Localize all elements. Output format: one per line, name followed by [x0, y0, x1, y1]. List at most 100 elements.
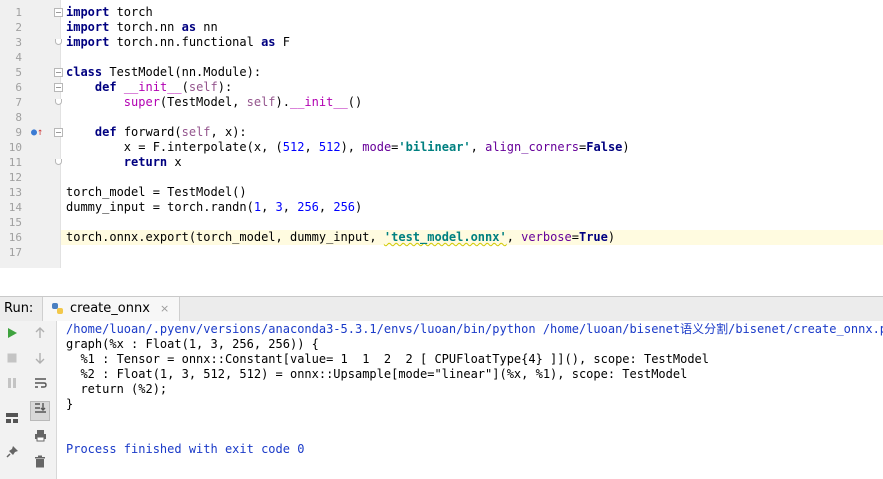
code-token: 'test_model.onnx' — [383, 230, 507, 244]
print-button[interactable] — [31, 429, 49, 447]
code-token: torch.nn — [109, 20, 182, 34]
line-number: 14 — [8, 201, 22, 214]
line-number: 12 — [8, 171, 22, 184]
exit-status-line: Process finished with exit code 0 — [66, 442, 305, 456]
line-number: 2 — [15, 21, 22, 34]
code-token: 256 — [297, 200, 319, 214]
output-line: %1 : Tensor = onnx::Constant[value= 1 1 … — [66, 352, 709, 366]
code-editor[interactable]: 1 2 3 4 5 6 7 8 9 10 11 12 13 14 15 16 17 import torch im… — [0, 0, 883, 268]
code-token: ). — [275, 95, 290, 109]
clear-all-button[interactable] — [31, 455, 49, 473]
code-line[interactable]: class TestModel(nn.Module): — [66, 65, 883, 80]
fold-marker-icon[interactable] — [54, 8, 63, 17]
pin-icon — [5, 446, 18, 458]
code-line[interactable]: dummy_input = torch.randn(1, 3, 256, 256… — [66, 200, 883, 215]
run-toolbar — [0, 321, 57, 479]
code-line[interactable]: x = F.interpolate(x, (512, 512), mode='b… — [66, 140, 883, 155]
restore-layout-button[interactable] — [3, 412, 21, 430]
code-token: ) — [622, 140, 630, 154]
line-number: 4 — [15, 51, 22, 64]
code-token: return — [123, 155, 168, 169]
code-token: , — [318, 200, 334, 214]
code-token: __init__ — [289, 95, 348, 109]
output-line: } — [66, 397, 74, 411]
code-line[interactable]: torch_model = TestModel() — [66, 185, 883, 200]
line-number: 5 — [15, 66, 22, 79]
code-token: def — [94, 125, 117, 139]
code-token: torch.onnx.export(torch_model, dummy_inp… — [66, 230, 384, 244]
fold-marker-icon[interactable] — [54, 128, 63, 137]
scroll-down-button[interactable] — [31, 352, 49, 370]
code-token: 256 — [333, 200, 356, 214]
code-token: super — [123, 95, 160, 109]
code-token: 512 — [318, 140, 341, 154]
code-line[interactable] — [66, 245, 883, 260]
python-file-icon — [52, 303, 63, 314]
code-token: forward( — [116, 125, 182, 139]
code-token: ) — [355, 200, 363, 214]
code-token: class — [66, 65, 103, 79]
code-token: dummy_input = torch.randn( — [66, 200, 254, 214]
code-token: TestModel(nn.Module): — [102, 65, 262, 79]
code-line[interactable]: return x — [66, 155, 883, 170]
code-line[interactable] — [66, 50, 883, 65]
line-number: 8 — [15, 111, 22, 124]
run-console-output[interactable]: /home/luoan/.pyenv/versions/anaconda3-5.… — [57, 321, 883, 479]
code-token: , — [261, 200, 276, 214]
code-line[interactable]: import torch.nn.functional as F — [66, 35, 883, 50]
line-number: 17 — [8, 246, 22, 259]
code-line[interactable]: super(TestModel, self).__init__() — [66, 95, 883, 110]
code-token: import — [66, 35, 110, 49]
code-token: , — [506, 230, 522, 244]
trash-icon — [35, 455, 45, 468]
pause-button[interactable] — [3, 377, 21, 395]
code-token: torch.nn.functional — [109, 35, 262, 49]
code-token: align_corners — [485, 140, 580, 154]
code-token: ( — [181, 80, 189, 94]
code-token: import — [66, 20, 110, 34]
interpreter-command-line[interactable]: /home/luoan/.pyenv/versions/anaconda3-5.… — [66, 322, 883, 337]
code-line[interactable] — [66, 215, 883, 230]
code-line[interactable]: torch.onnx.export(torch_model, dummy_inp… — [66, 230, 883, 245]
code-token: verbose — [521, 230, 572, 244]
code-line[interactable]: def forward(self, x): — [66, 125, 883, 140]
line-number: 7 — [15, 96, 22, 109]
output-line: %2 : Float(1, 3, 512, 512) = onnx::Upsam… — [66, 367, 688, 381]
scroll-to-end-button[interactable] — [30, 401, 50, 421]
output-line: return (%2); — [66, 382, 168, 396]
code-token: torch_model = TestModel() — [66, 185, 247, 199]
line-number: 11 — [8, 156, 22, 169]
run-tab-create-onnx[interactable]: create_onnx × — [42, 297, 180, 321]
line-number: 13 — [8, 186, 22, 199]
fold-marker-icon[interactable] — [54, 68, 63, 77]
code-line[interactable]: def __init__(self): — [66, 80, 883, 95]
line-number: 6 — [15, 81, 22, 94]
pin-tab-button[interactable] — [3, 445, 21, 463]
code-line[interactable] — [66, 110, 883, 125]
rerun-button[interactable] — [3, 327, 21, 345]
soft-wrap-button[interactable] — [31, 377, 49, 395]
close-icon[interactable]: × — [160, 302, 169, 315]
stop-button[interactable] — [3, 352, 21, 370]
code-line[interactable]: import torch.nn as nn — [66, 20, 883, 35]
code-token: ), — [340, 140, 363, 154]
line-number: 1 — [15, 6, 22, 19]
code-line[interactable] — [66, 170, 883, 185]
fold-marker-icon[interactable] — [54, 83, 63, 92]
code-line[interactable]: import torch — [66, 5, 883, 20]
code-token: as — [181, 20, 197, 34]
code-token: mode — [362, 140, 392, 154]
code-token: self — [246, 95, 276, 109]
run-label: Run: — [4, 301, 34, 316]
pause-icon — [8, 378, 16, 388]
code-token: ) — [607, 230, 616, 244]
scroll-up-button[interactable] — [31, 327, 49, 345]
code-token: x = F.interpolate(x, ( — [66, 140, 283, 154]
line-number: 16 — [8, 231, 22, 244]
code-token: False — [586, 140, 623, 154]
override-method-icon[interactable]: ●↑ — [31, 125, 43, 140]
